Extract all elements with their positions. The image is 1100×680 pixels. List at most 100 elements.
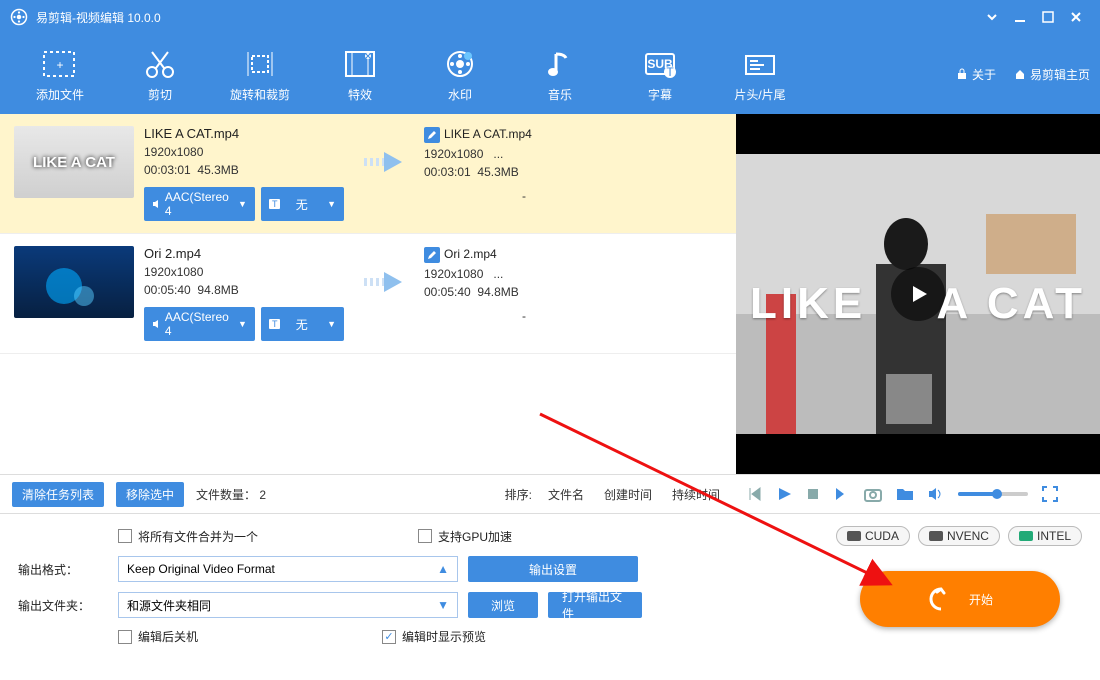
tool-label: 剪切 <box>148 86 172 103</box>
fullscreen-button[interactable] <box>1042 486 1058 502</box>
merge-files-checkbox[interactable]: 将所有文件合并为一个 <box>118 528 258 545</box>
tool-label: 水印 <box>448 86 472 103</box>
open-output-button[interactable]: 打开输出文件 <box>548 592 642 618</box>
file-thumbnail <box>14 246 134 318</box>
output-folder-dropdown[interactable]: 和源文件夹相同▼ <box>118 592 458 618</box>
output-folder-label: 输出文件夹： <box>18 597 108 614</box>
subtitle-track-dropdown[interactable]: T无▼ <box>261 187 344 221</box>
chevron-down-icon: ▼ <box>437 598 449 612</box>
dropdown-menu-button[interactable] <box>978 3 1006 31</box>
output-filename: LIKE A CAT.mp4 <box>424 126 624 143</box>
chevron-down-icon: ▼ <box>238 199 247 209</box>
edit-icon[interactable] <box>424 247 440 263</box>
output-format-dropdown[interactable]: Keep Original Video Format▲ <box>118 556 458 582</box>
volume-button[interactable] <box>928 487 944 501</box>
tool-cut[interactable]: 剪切 <box>110 46 210 103</box>
minimize-button[interactable] <box>1006 3 1034 31</box>
maximize-button[interactable] <box>1034 3 1062 31</box>
arrow-icon <box>354 246 414 318</box>
preview-while-edit-checkbox[interactable]: 编辑时显示预览 <box>382 628 486 645</box>
file-row[interactable]: LIKE A CAT LIKE A CAT.mp4 1920x1080 00:0… <box>0 114 736 234</box>
prev-button[interactable] <box>746 486 762 502</box>
source-duration-size: 00:05:40 94.8MB <box>144 283 344 297</box>
source-resolution: 1920x1080 <box>144 265 344 279</box>
gpu-badge-cuda: CUDA <box>836 526 910 546</box>
tool-add-file[interactable]: + 添加文件 <box>10 46 110 103</box>
sort-by-filename[interactable]: 文件名 <box>544 486 588 503</box>
checkbox-icon <box>118 630 132 644</box>
svg-text:+: + <box>56 58 63 72</box>
clear-task-button[interactable]: 清除任务列表 <box>12 482 104 507</box>
volume-slider[interactable] <box>958 492 1028 496</box>
nvidia-icon <box>929 531 943 541</box>
music-icon <box>542 46 578 82</box>
gpu-accel-checkbox[interactable]: 支持GPU加速 <box>418 528 512 545</box>
app-logo-icon <box>10 8 28 26</box>
checkbox-icon <box>418 529 432 543</box>
preview-panel: LIKE A CAT <box>736 114 1100 474</box>
output-filename: Ori 2.mp4 <box>424 246 624 263</box>
gpu-badge-intel: INTEL <box>1008 526 1082 546</box>
file-row[interactable]: Ori 2.mp4 1920x1080 00:05:40 94.8MB AAC(… <box>0 234 736 354</box>
effects-icon <box>342 46 378 82</box>
lock-icon <box>956 68 968 80</box>
tool-label: 音乐 <box>548 86 572 103</box>
tool-music[interactable]: 音乐 <box>510 46 610 103</box>
output-settings-panel: 将所有文件合并为一个 支持GPU加速 CUDA NVENC INTEL 输出格式… <box>0 514 1100 667</box>
close-button[interactable] <box>1062 3 1090 31</box>
tool-rotate-crop[interactable]: 旋转和裁剪 <box>210 46 310 103</box>
tool-watermark[interactable]: 水印 <box>410 46 510 103</box>
snapshot-button[interactable] <box>864 486 882 502</box>
about-link[interactable]: 关于 <box>956 66 996 83</box>
list-action-bar: 清除任务列表 移除选中 文件数量： 2 排序: 文件名 创建时间 持续时间 <box>0 474 736 514</box>
edit-icon[interactable] <box>424 127 440 143</box>
preview-image: LIKE A CAT <box>736 114 1100 474</box>
subtitle-track-dropdown[interactable]: T无▼ <box>261 307 344 341</box>
output-duration-size: 00:05:40 94.8MB <box>424 285 624 299</box>
tool-effects[interactable]: 特效 <box>310 46 410 103</box>
intel-icon <box>1019 531 1033 541</box>
homepage-link[interactable]: 易剪辑主页 <box>1014 66 1090 83</box>
refresh-icon <box>927 585 955 613</box>
home-icon <box>1014 68 1026 80</box>
browse-button[interactable]: 浏览 <box>468 592 538 618</box>
nvidia-icon <box>847 531 861 541</box>
output-settings-button[interactable]: 输出设置 <box>468 556 638 582</box>
watermark-icon <box>442 46 478 82</box>
file-list: LIKE A CAT LIKE A CAT.mp4 1920x1080 00:0… <box>0 114 736 474</box>
open-folder-button[interactable] <box>896 487 914 501</box>
output-extra: - <box>424 189 624 203</box>
t-icon: T <box>269 199 281 209</box>
stop-button[interactable] <box>806 487 820 501</box>
play-button[interactable] <box>776 486 792 502</box>
arrow-icon <box>354 126 414 198</box>
sort-label: 排序: <box>505 486 532 503</box>
audio-track-dropdown[interactable]: AAC(Stereo 4▼ <box>144 307 255 341</box>
shutdown-after-checkbox[interactable]: 编辑后关机 <box>118 628 198 645</box>
output-extra: - <box>424 309 624 323</box>
sort-by-created[interactable]: 创建时间 <box>600 486 656 503</box>
tool-subtitle[interactable]: SUBT 字幕 <box>610 46 710 103</box>
tool-label: 片头/片尾 <box>734 86 785 103</box>
audio-track-dropdown[interactable]: AAC(Stereo 4▼ <box>144 187 255 221</box>
source-filename: LIKE A CAT.mp4 <box>144 126 344 141</box>
preview-controls <box>736 474 1100 514</box>
source-resolution: 1920x1080 <box>144 145 344 159</box>
output-format-label: 输出格式： <box>18 561 108 578</box>
remove-selected-button[interactable]: 移除选中 <box>116 482 184 507</box>
tool-intro-outro[interactable]: 片头/片尾 <box>710 46 810 103</box>
gpu-badge-nvenc: NVENC <box>918 526 1000 546</box>
next-button[interactable] <box>834 486 850 502</box>
t-icon: T <box>269 319 281 329</box>
speaker-icon <box>152 319 161 329</box>
preview-play-button[interactable] <box>891 267 945 321</box>
sort-by-duration[interactable]: 持续时间 <box>668 486 724 503</box>
source-filename: Ori 2.mp4 <box>144 246 344 261</box>
file-count-label: 文件数量： 2 <box>196 486 266 503</box>
crop-icon <box>242 46 278 82</box>
chevron-up-icon: ▲ <box>437 562 449 576</box>
subtitle-icon: SUBT <box>642 46 678 82</box>
checkbox-icon <box>382 630 396 644</box>
chevron-down-icon: ▼ <box>327 319 336 329</box>
start-button[interactable]: 开始 <box>860 571 1060 627</box>
